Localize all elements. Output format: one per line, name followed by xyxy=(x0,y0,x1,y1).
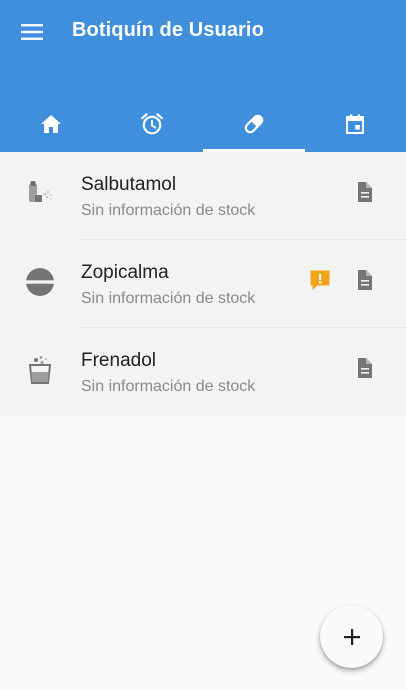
list-item[interactable]: Salbutamol Sin información de stock xyxy=(0,152,406,240)
app-bar: Botiquín de Usuario xyxy=(0,0,406,152)
hamburger-menu-icon xyxy=(21,24,43,40)
tab-alarms[interactable] xyxy=(102,96,204,152)
pill-icon xyxy=(244,114,263,134)
inhaler-icon xyxy=(29,181,52,202)
tab-bar xyxy=(0,96,406,152)
stock-status: Sin información de stock xyxy=(81,378,256,395)
warning-feedback-icon[interactable] xyxy=(308,268,332,292)
medication-list: Salbutamol Sin información de stock Zopi… xyxy=(0,152,406,416)
medication-name: Salbutamol xyxy=(81,174,177,195)
stock-status: Sin información de stock xyxy=(81,202,256,219)
medication-name: Frenadol xyxy=(81,350,156,371)
plus-icon xyxy=(343,628,360,645)
add-medication-button[interactable] xyxy=(320,605,383,668)
medication-name: Zopicalma xyxy=(81,262,169,283)
tab-home[interactable] xyxy=(0,96,102,152)
page-title: Botiquín de Usuario xyxy=(72,19,264,41)
menu-button[interactable] xyxy=(20,20,44,44)
effervescent-glass-icon xyxy=(28,356,52,384)
document-icon[interactable] xyxy=(352,268,376,292)
stock-status: Sin información de stock xyxy=(81,290,256,307)
document-icon[interactable] xyxy=(352,356,376,380)
document-icon[interactable] xyxy=(352,180,376,204)
alarm-clock-icon xyxy=(141,113,164,135)
tablet-icon xyxy=(26,268,54,296)
list-item[interactable]: Frenadol Sin información de stock xyxy=(0,328,406,416)
tab-medications[interactable] xyxy=(203,96,305,152)
calendar-event-icon xyxy=(346,114,365,134)
list-item[interactable]: Zopicalma Sin información de stock xyxy=(0,240,406,328)
tab-calendar[interactable] xyxy=(305,96,406,152)
home-icon xyxy=(40,115,61,133)
